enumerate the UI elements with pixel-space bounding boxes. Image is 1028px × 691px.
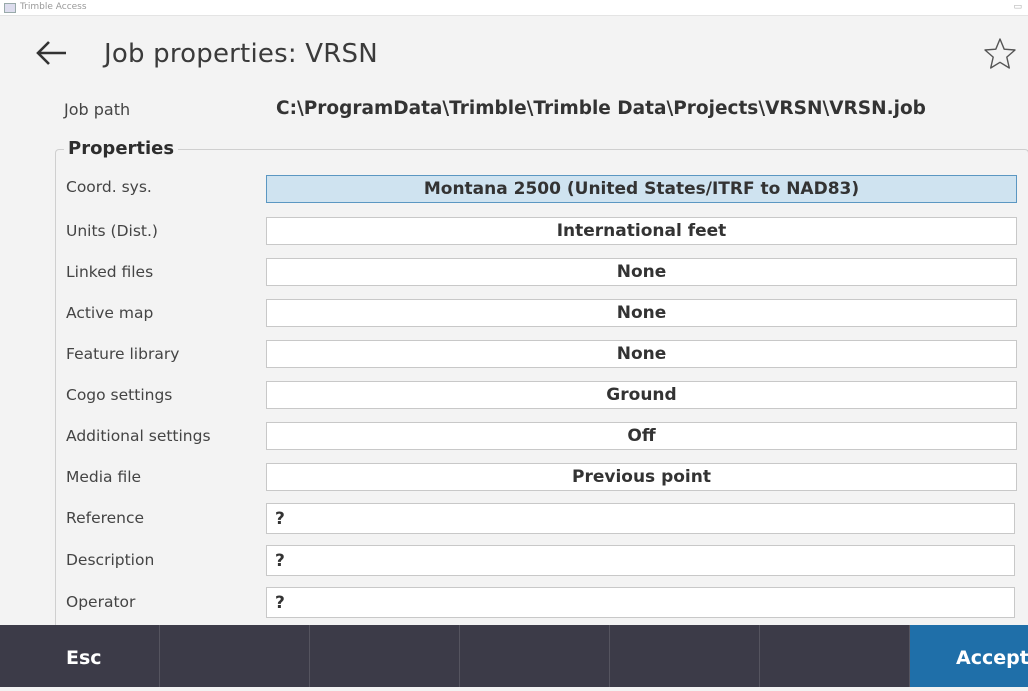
units-dist-label: Units (Dist.)	[66, 222, 158, 240]
feature-library-label: Feature library	[66, 345, 180, 363]
star-outline-icon	[984, 38, 1016, 69]
esc-button[interactable]: Esc	[0, 625, 160, 687]
coord-sys-label: Coord. sys.	[66, 178, 152, 196]
units-dist-field[interactable]: International feet	[266, 217, 1017, 245]
job-path-label: Job path	[64, 100, 131, 119]
favorite-button[interactable]	[982, 36, 1018, 72]
description-label: Description	[66, 551, 155, 569]
softkey-empty-5	[760, 625, 910, 687]
media-file-label: Media file	[66, 468, 142, 486]
softkey-empty-2	[310, 625, 460, 687]
accept-button[interactable]: Accept	[910, 625, 1028, 687]
description-input[interactable]: ?	[266, 545, 1015, 576]
job-path-value: C:\ProgramData\Trimble\Trimble Data\Proj…	[276, 98, 926, 119]
cogo-settings-field[interactable]: Ground	[266, 381, 1017, 409]
properties-legend: Properties	[64, 138, 179, 159]
active-map-field[interactable]: None	[266, 299, 1017, 327]
page-title: Job properties: VRSN	[104, 39, 378, 69]
additional-settings-field[interactable]: Off	[266, 422, 1017, 450]
feature-library-field[interactable]: None	[266, 340, 1017, 368]
softkey-empty-3	[460, 625, 610, 687]
cogo-settings-label: Cogo settings	[66, 386, 173, 404]
coord-sys-field[interactable]: Montana 2500 (United States/ITRF to NAD8…	[266, 175, 1017, 203]
additional-settings-label: Additional settings	[66, 427, 211, 445]
softkey-bar: Esc Accept	[0, 625, 1028, 687]
softkey-empty-4	[610, 625, 760, 687]
operator-label: Operator	[66, 593, 136, 611]
window-titlebar: Trimble Access ▭	[0, 0, 1028, 16]
operator-input[interactable]: ?	[266, 587, 1015, 618]
arrow-left-icon	[36, 41, 66, 65]
linked-files-field[interactable]: None	[266, 258, 1017, 286]
softkey-empty-1	[160, 625, 310, 687]
window-control-icon[interactable]: ▭	[1013, 0, 1022, 14]
page-header: Job properties: VRSN	[0, 16, 1028, 84]
linked-files-label: Linked files	[66, 263, 154, 281]
window-app-name: Trimble Access	[20, 2, 87, 12]
reference-input[interactable]: ?	[266, 503, 1015, 534]
media-file-field[interactable]: Previous point	[266, 463, 1017, 491]
back-button[interactable]	[34, 38, 70, 68]
active-map-label: Active map	[66, 304, 154, 322]
app-icon	[4, 3, 16, 13]
reference-label: Reference	[66, 509, 145, 527]
